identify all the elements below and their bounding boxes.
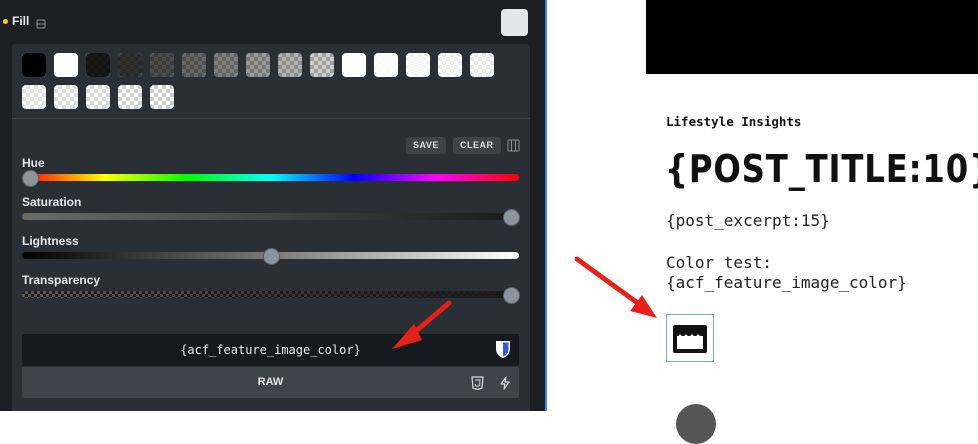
color-preset-swatch[interactable] [310, 53, 334, 77]
color-preset-tint [86, 85, 110, 109]
saturation-slider-thumb[interactable] [503, 209, 520, 226]
color-preset-tint [150, 53, 174, 77]
color-preset-tint [470, 53, 494, 77]
color-preset-swatch[interactable] [22, 53, 46, 77]
hue-slider[interactable] [22, 170, 519, 187]
color-preset-tint [214, 53, 238, 77]
color-preset-tint [86, 53, 110, 77]
color-preset-tint [118, 53, 142, 77]
color-value-text: {acf_feature_image_color} [180, 343, 361, 357]
color-preset-tint [22, 53, 46, 77]
color-test-value: {acf_feature_image_color} [666, 273, 907, 292]
color-preset-swatch[interactable] [54, 85, 78, 109]
css3-icon[interactable] [471, 376, 484, 395]
lightness-slider-thumb[interactable] [263, 248, 280, 265]
color-preset-tint [406, 53, 430, 77]
color-preset-swatch[interactable] [54, 53, 78, 77]
color-preset-swatch[interactable] [22, 85, 46, 109]
color-preset-tint [246, 53, 270, 77]
bolt-icon[interactable] [499, 376, 511, 395]
color-test-text: Color test: {acf_feature_image_color} [666, 253, 907, 293]
color-preset-swatch[interactable] [150, 85, 174, 109]
columns-icon[interactable] [507, 139, 520, 157]
color-preset-swatch[interactable] [86, 85, 110, 109]
saturation-slider[interactable] [22, 209, 520, 226]
post-excerpt: {post_excerpt:15} [666, 211, 830, 230]
color-preset-tint [374, 53, 398, 77]
color-preset-swatch[interactable] [342, 53, 366, 77]
shop-icon[interactable] [666, 314, 714, 362]
color-test-label: Color test: [666, 253, 772, 272]
avatar [676, 404, 716, 444]
fill-color-swatch[interactable] [501, 9, 528, 36]
color-preset-tint [22, 85, 46, 109]
transparency-slider-thumb[interactable] [503, 287, 520, 304]
database-icon[interactable] [36, 16, 46, 34]
color-preset-swatch[interactable] [406, 53, 430, 77]
color-preset-tint [150, 85, 174, 109]
modified-indicator-dot [3, 19, 8, 24]
lightness-slider[interactable] [22, 248, 519, 265]
color-preset-swatch[interactable] [246, 53, 270, 77]
lightness-label: Lightness [22, 234, 79, 248]
fill-label: Fill [12, 14, 30, 28]
color-preset-tint [54, 85, 78, 109]
transparency-label: Transparency [22, 273, 101, 287]
color-preset-tint [278, 53, 302, 77]
color-preset-swatch[interactable] [86, 53, 110, 77]
transparency-slider[interactable] [22, 287, 520, 304]
color-preset-swatch[interactable] [470, 53, 494, 77]
color-preset-swatch[interactable] [118, 85, 142, 109]
color-presets [12, 44, 530, 119]
featured-image-block [646, 0, 978, 74]
color-preset-tint [182, 53, 206, 77]
color-preset-swatch[interactable] [438, 53, 462, 77]
hue-slider-thumb[interactable] [22, 170, 39, 187]
color-preset-swatch[interactable] [118, 53, 142, 77]
arrow-to-shop-icon [574, 256, 657, 318]
shield-icon[interactable] [495, 340, 511, 364]
fill-control-row: Fill [0, 0, 545, 44]
clear-button[interactable]: CLEAR [453, 137, 501, 154]
raw-label: RAW [257, 376, 284, 388]
raw-toggle-bar[interactable]: RAW [22, 367, 519, 398]
color-preset-tint [310, 53, 334, 77]
panel-divider [545, 0, 547, 411]
editor-panel: Fill SAVE CLEAR Hue Saturation Lightness… [0, 0, 545, 411]
save-button[interactable]: SAVE [406, 137, 446, 154]
color-preset-tint [54, 53, 78, 77]
saturation-label: Saturation [22, 195, 82, 209]
color-preset-swatch[interactable] [150, 53, 174, 77]
color-preset-swatch[interactable] [182, 53, 206, 77]
color-picker-popup: SAVE CLEAR Hue Saturation Lightness Tran… [12, 44, 530, 411]
post-category-heading: Lifestyle Insights [666, 114, 802, 129]
color-preset-tint [438, 53, 462, 77]
color-preset-tint [118, 85, 142, 109]
color-preset-swatch[interactable] [374, 53, 398, 77]
color-preset-tint [342, 53, 366, 77]
color-value-input[interactable]: {acf_feature_image_color} [22, 334, 519, 366]
color-preset-swatch[interactable] [278, 53, 302, 77]
color-preset-swatch[interactable] [214, 53, 238, 77]
hue-label: Hue [22, 156, 45, 170]
post-title: {POST_TITLE:10} [665, 147, 978, 191]
